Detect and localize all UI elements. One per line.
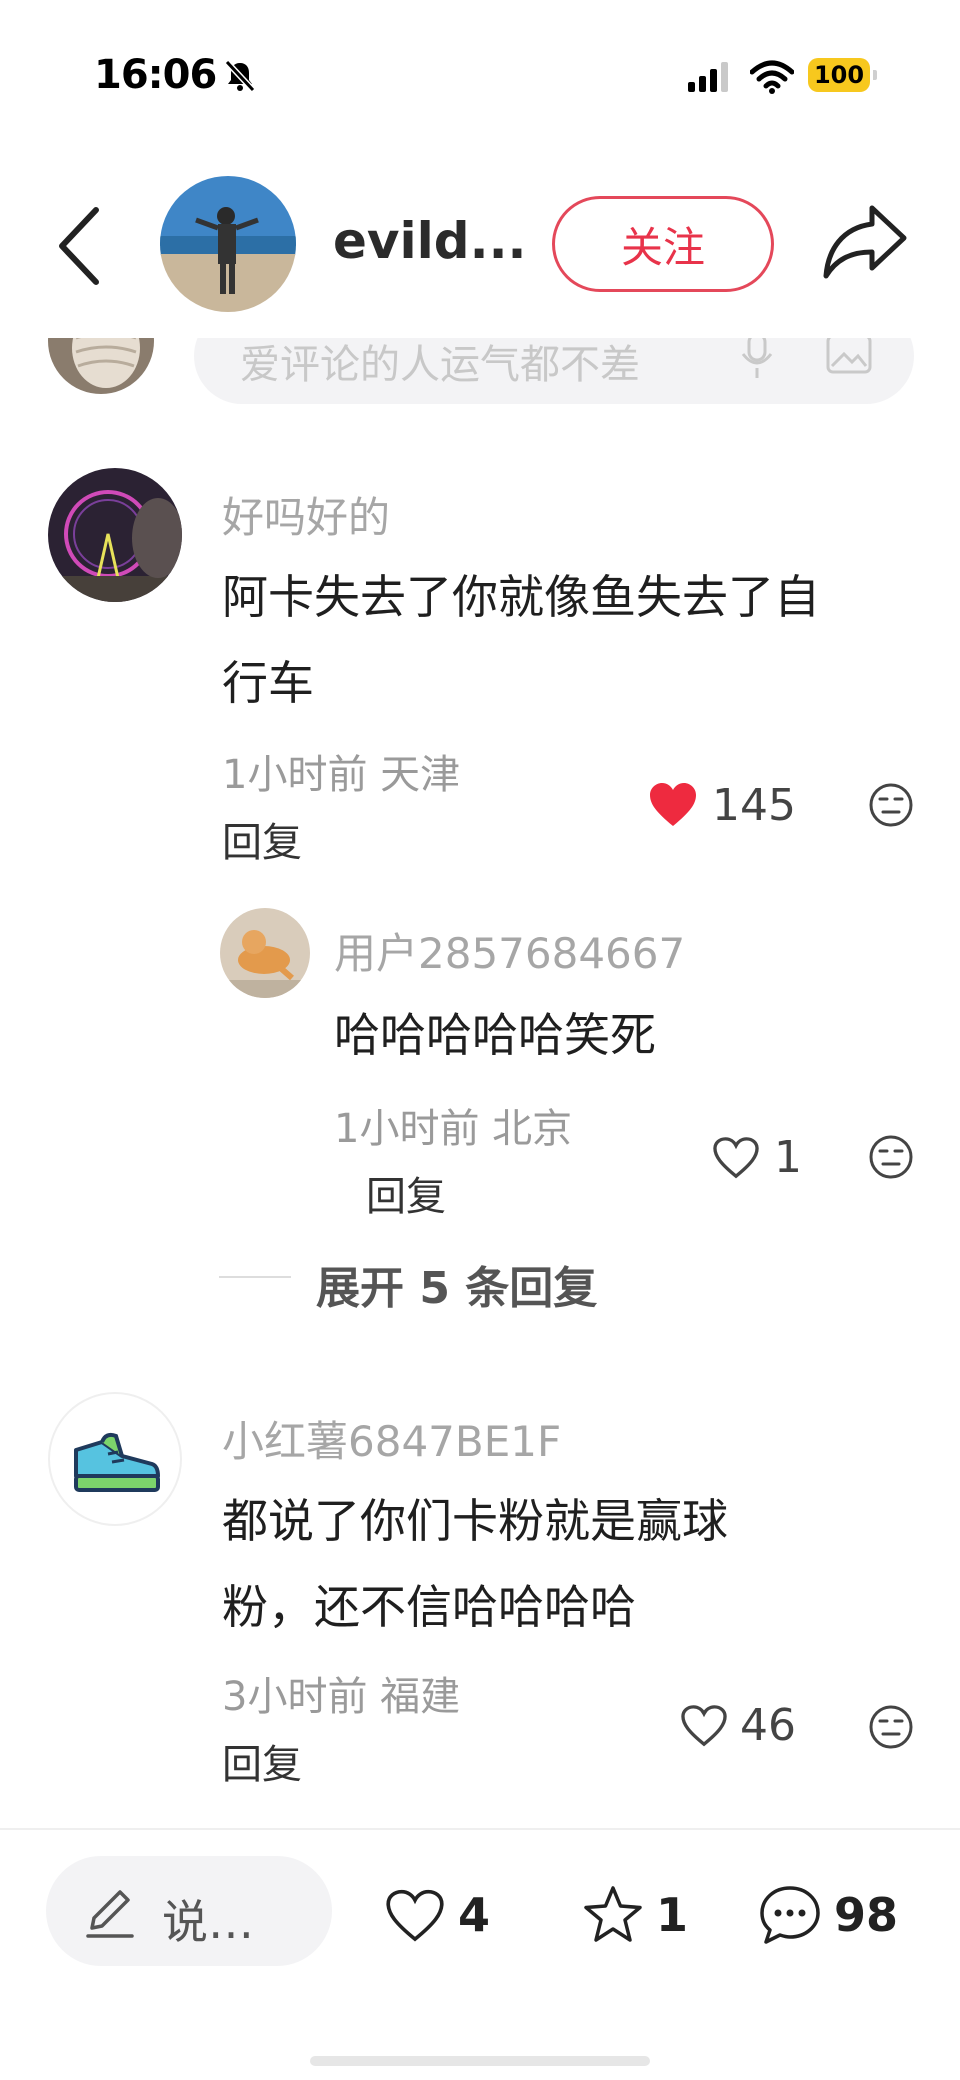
star-count: 1 [656,1888,689,1942]
sneaker-icon [74,1432,160,1492]
reply-text: 哈哈哈哈哈笑死 [334,1008,656,1062]
battery-indicator: 100 [808,58,877,92]
comment-count: 98 [834,1888,899,1942]
reply-button[interactable]: 回复 [222,810,302,868]
my-avatar [48,338,154,394]
comment-username[interactable]: 好吗好的 [222,484,390,545]
pencil-icon [86,1890,134,1938]
comment-text-line: 行车 [222,656,314,710]
reply-button[interactable]: 回复 [366,1164,446,1222]
reply-avatar[interactable] [220,908,310,998]
comment-input-area[interactable]: 爱评论的人运气都不差 [0,338,960,418]
comment-text-line: 粉，还不信哈哈哈哈 [222,1580,636,1634]
comment-bubble-icon[interactable] [758,1884,822,1946]
like-heart-icon[interactable] [384,1888,446,1944]
say-something-placeholder: 说… [162,1895,254,1949]
back-arrow-icon[interactable] [56,206,104,286]
wifi-icon [750,60,794,94]
divider [219,1276,291,1278]
comment-input-placeholder: 爱评论的人运气都不差 [240,342,640,388]
silent-bell-icon [224,59,256,93]
share-icon[interactable] [820,200,910,284]
reply-time-location: 1小时前 北京 [334,1106,573,1152]
bottom-bar-divider [0,1828,960,1830]
reply-username[interactable]: 用户2857684667 [334,920,685,981]
image-picker-icon[interactable] [826,338,872,376]
heart-outline-icon[interactable] [680,1704,728,1748]
comment-username[interactable]: 小红薯6847BE1F [222,1408,561,1469]
author-avatar[interactable] [160,176,296,312]
liked-heart-icon[interactable] [648,782,698,828]
comment-time-location: 1小时前 天津 [222,752,461,798]
like-count: 1 [774,1132,802,1183]
cellular-signal-icon [688,62,728,92]
expand-replies-button[interactable]: 展开 5 条回复 [316,1252,597,1316]
like-count: 46 [740,1700,796,1751]
follow-button[interactable]: 关注 [552,196,774,292]
author-username[interactable]: evild... [333,212,527,270]
home-indicator[interactable] [310,2056,650,2066]
expressionless-face-icon[interactable] [868,782,914,828]
comment-text-line: 阿卡失去了你就像鱼失去了自 [222,570,820,624]
commenter-avatar[interactable] [48,1392,182,1526]
microphone-icon[interactable] [740,338,774,380]
reply-button[interactable]: 回复 [222,1732,302,1790]
commenter-avatar[interactable] [48,468,182,602]
like-count: 145 [712,780,796,831]
heart-outline-icon[interactable] [712,1136,760,1180]
like-count: 4 [458,1888,491,1942]
star-icon[interactable] [582,1884,644,1944]
expressionless-face-icon[interactable] [868,1134,914,1180]
comment-text-line: 都说了你们卡粉就是赢球 [222,1494,728,1548]
expressionless-face-icon[interactable] [868,1704,914,1750]
status-time: 16:06 [94,52,217,98]
comment-time-location: 3小时前 福建 [222,1674,461,1720]
